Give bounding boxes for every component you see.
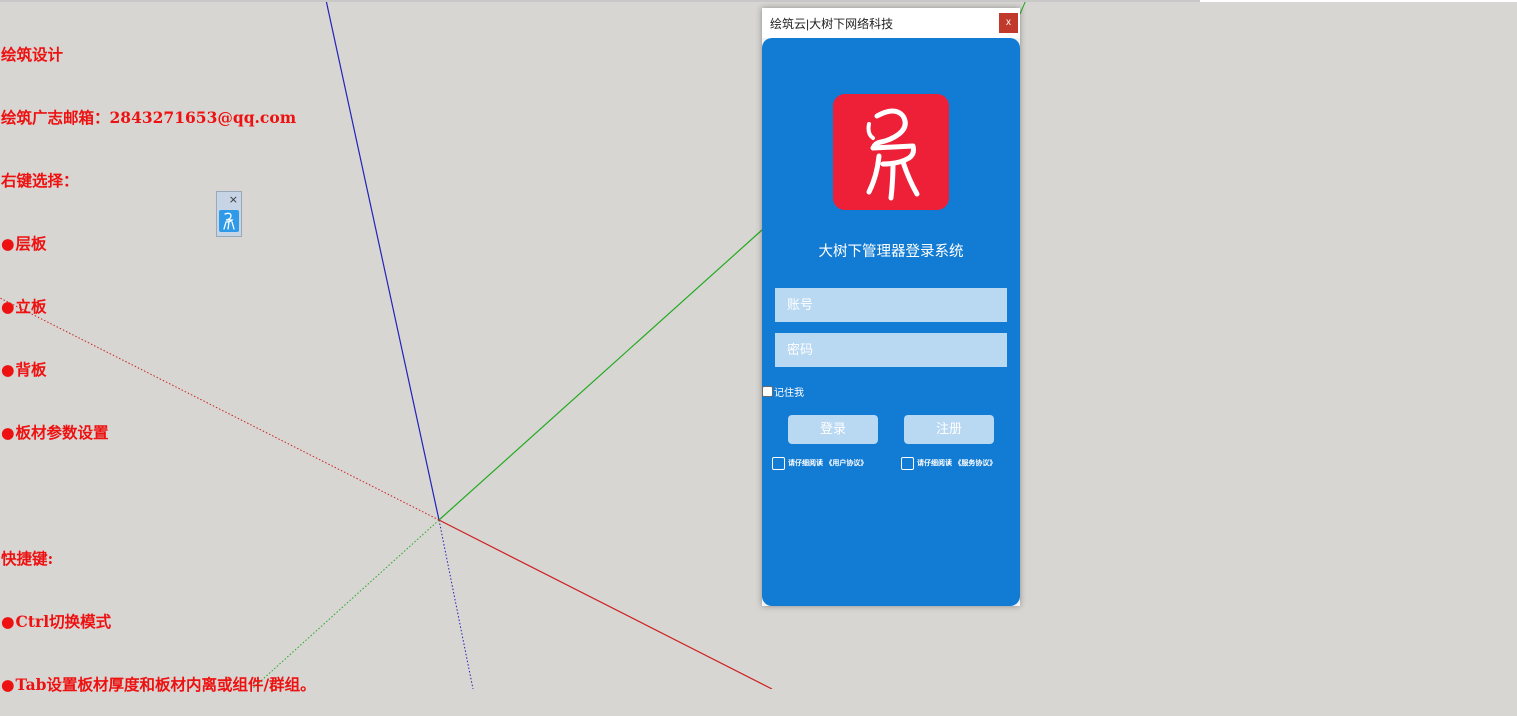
bullet-icon: ● (1, 297, 15, 316)
bullet-icon: ● (1, 234, 15, 253)
blue-axis-negative (438, 519, 474, 689)
instruction-item: ●立板 (1, 297, 47, 316)
bullet-icon: ● (1, 675, 15, 694)
user-agreement-row[interactable]: 请仔细阅读 《用户协议》 (772, 456, 867, 470)
password-input[interactable] (775, 333, 1007, 367)
chair-logo-icon (833, 94, 949, 210)
remember-me-checkbox[interactable] (762, 385, 773, 397)
red-axis-positive (438, 519, 773, 689)
toolbar-close-icon[interactable]: × (229, 194, 238, 206)
instruction-item: ●Ctrl切换模式 (1, 612, 112, 631)
bullet-icon: ● (1, 360, 15, 379)
login-panel: 大树下管理器登录系统 记住我 登录 注册 请仔细阅读 《用户协议》 请仔细阅读 … (762, 38, 1020, 606)
close-button[interactable]: x (999, 13, 1018, 33)
register-button[interactable]: 注册 (904, 415, 994, 444)
instruction-title: 绘筑设计 (1, 45, 64, 64)
bullet-icon: ● (1, 423, 15, 442)
remember-me-label: 记住我 (774, 387, 804, 399)
instruction-spacer (1, 485, 316, 506)
instruction-item: ●层板 (1, 234, 47, 253)
instruction-item: ●背板 (1, 360, 47, 379)
service-agreement-checkbox[interactable] (901, 456, 914, 470)
service-agreement-row[interactable]: 请仔细阅读 《服务协议》 (901, 456, 996, 470)
blue-axis-positive (325, 0, 440, 521)
plugin-toolbar[interactable]: × (216, 191, 242, 237)
instruction-right-click: 右键选择： (1, 171, 79, 190)
login-button[interactable]: 登录 (788, 415, 878, 444)
green-axis-far (1019, 0, 1027, 15)
login-window: 绘筑云|大树下网络科技 x 大树下管理器登录系统 记住我 登录 注册 请仔细阅读… (762, 8, 1020, 606)
plugin-instructions: 绘筑设计 绘筑广志邮箱：2843271653@qq.com 右键选择： ●层板 … (1, 2, 316, 716)
instruction-email: 绘筑广志邮箱：2843271653@qq.com (1, 108, 297, 127)
instruction-shortcuts-heading: 快捷键: (1, 549, 54, 568)
username-input[interactable] (775, 288, 1007, 322)
top-edge-strip-right (1200, 0, 1517, 2)
instruction-item: ●板材参数设置 (1, 423, 109, 442)
chair-logo-icon[interactable] (219, 210, 239, 232)
login-heading: 大树下管理器登录系统 (818, 244, 964, 260)
bullet-icon: ● (1, 612, 15, 631)
remember-me-row[interactable]: 记住我 (762, 384, 804, 399)
service-agreement-label[interactable]: 请仔细阅读 《服务协议》 (917, 458, 996, 468)
user-agreement-checkbox[interactable] (772, 456, 785, 470)
window-title-bar[interactable]: 绘筑云|大树下网络科技 x (762, 8, 1020, 38)
user-agreement-label[interactable]: 请仔细阅读 《用户协议》 (788, 458, 867, 468)
instruction-item: ●Tab设置板材厚度和板材内离或组件/群组。 (1, 675, 316, 694)
green-axis-positive (438, 229, 763, 521)
window-title: 绘筑云|大树下网络科技 (770, 17, 894, 31)
